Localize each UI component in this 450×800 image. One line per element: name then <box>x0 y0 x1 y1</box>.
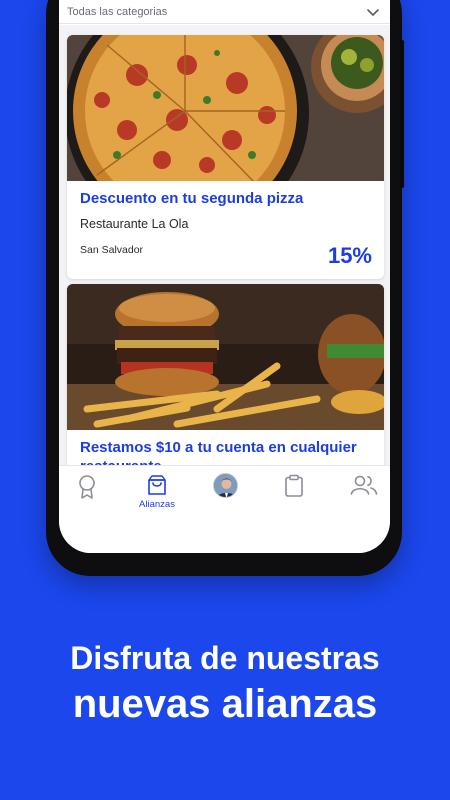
offers-feed[interactable]: Descuento en tu segunda pizza Restaurant… <box>59 25 390 465</box>
offer-card[interactable]: Descuento en tu segunda pizza Restaurant… <box>67 35 384 279</box>
phone-volume-button <box>400 92 404 188</box>
offer-title: Descuento en tu segunda pizza <box>80 190 304 207</box>
tab-alianzas-label: Alianzas <box>139 499 175 510</box>
offer-card[interactable]: Restamos $10 a tu cuenta en cualquier re… <box>67 284 384 465</box>
category-dropdown[interactable]: Todas las categorias <box>59 0 390 24</box>
offer-info: Descuento en tu segunda pizza Restaurant… <box>67 181 384 268</box>
users-icon <box>350 475 378 495</box>
offer-title: Restamos $10 a tu cuenta en cualquier re… <box>80 439 357 465</box>
clipboard-icon <box>285 474 303 497</box>
bottom-tab-bar: Alianzas <box>59 465 390 553</box>
burger-photo <box>67 284 384 430</box>
tab-community[interactable] <box>342 474 386 496</box>
pizza-photo <box>67 35 384 181</box>
tab-profile[interactable] <box>203 473 247 498</box>
tab-alianzas[interactable]: Alianzas <box>135 474 179 510</box>
phone-screen: Todas las categorias Descuento en tu seg… <box>59 0 390 553</box>
phone-power-button <box>400 40 404 96</box>
shopping-bag-icon <box>148 475 166 495</box>
offer-info: Restamos $10 a tu cuenta en cualquier re… <box>67 430 384 465</box>
promo-headline-line1: Disfruta de nuestras <box>70 640 380 676</box>
award-icon <box>79 475 95 499</box>
offer-restaurant: Restaurante La Ola <box>80 217 189 231</box>
promo-headline-line2: nuevas alianzas <box>72 682 378 726</box>
tab-awards[interactable] <box>65 474 109 500</box>
offer-discount: 15% <box>327 243 372 268</box>
category-dropdown-value: Todas las categorias <box>67 5 168 18</box>
avatar <box>212 473 238 498</box>
chevron-down-icon <box>367 8 379 16</box>
tab-clipboard[interactable] <box>272 474 316 498</box>
